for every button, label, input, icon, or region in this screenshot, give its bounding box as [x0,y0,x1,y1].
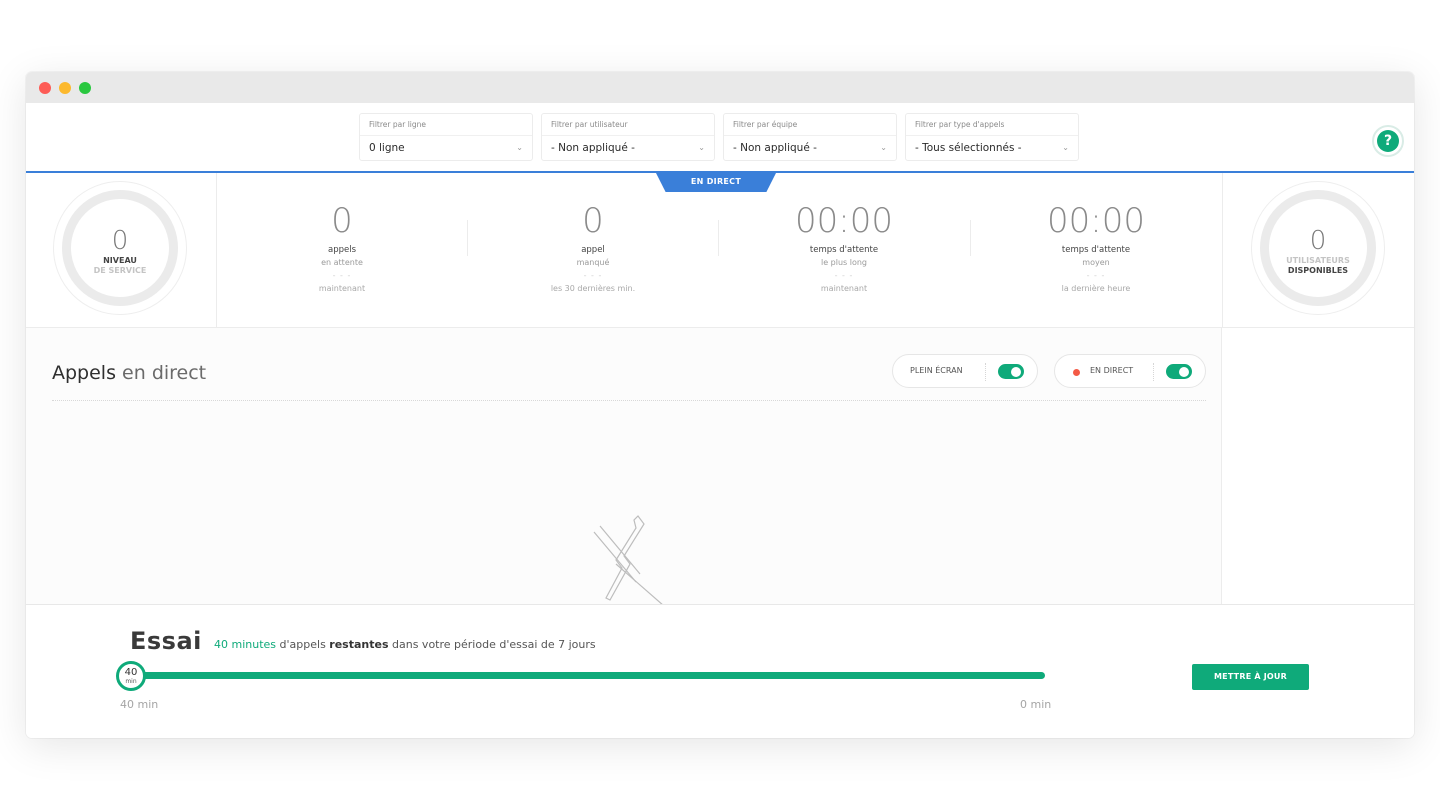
stat-value: 0 [582,201,604,241]
live-indicator-dot [1073,369,1080,376]
users-column [1223,328,1414,605]
stat-sublabel: le plus long [820,258,868,267]
page-title: Appels en direct [52,362,206,384]
title-light: en direct [122,362,207,384]
stat-trend: - - - [583,271,603,280]
stat-average-wait: 00:00 temps d'attente moyen - - - la der… [996,201,1196,293]
stat-label: temps d'attente [809,245,879,255]
filter-calltype-value: - Tous sélectionnés - [915,142,1022,154]
live-toggle[interactable] [1166,364,1192,379]
stat-label: appels [327,245,357,255]
filter-user-value: - Non appliqué - [551,142,635,154]
trial-progress-bar [130,672,1045,679]
trial-message: 40 minutes d'appels restantes dans votre… [214,638,596,651]
live-toggle-group: EN DIRECT [1054,354,1206,388]
fullscreen-toggle[interactable] [998,364,1024,379]
available-users-label-2: DISPONIBLES [1287,266,1349,275]
chevron-down-icon: ⌄ [516,143,523,152]
stat-trend: - - - [332,271,352,280]
available-users-value: 0 [1309,226,1327,256]
chevron-down-icon: ⌄ [1062,143,1069,152]
update-button[interactable]: METTRE À JOUR [1192,664,1309,690]
stat-period: maintenant [820,284,868,293]
available-users-gauge: 0 UTILISATEURS DISPONIBLES [1251,181,1385,315]
filter-team-label: Filtrer par équipe [733,120,798,129]
service-level-label-2: DE SERVICE [93,266,147,275]
stat-value: 0 [331,201,353,241]
title-bold: Appels [52,362,116,384]
stats-panel: 0 NIVEAU DE SERVICE 0 appels en attente … [26,173,1414,328]
filter-line-value: 0 ligne [369,142,405,154]
trial-end-label: 0 min [1020,698,1052,711]
stat-calls-waiting: 0 appels en attente - - - maintenant [242,201,442,293]
stat-longest-wait: 00:00 temps d'attente le plus long - - -… [744,201,944,293]
trial-msg-part2: dans votre période d'essai de 7 jours [388,638,596,651]
available-users-label-1: UTILISATEURS [1286,256,1350,265]
trial-banner: Essai 40 minutes d'appels restantes dans… [26,604,1414,738]
live-label: EN DIRECT [1090,366,1134,375]
stat-period: les 30 dernières min. [550,284,636,293]
stat-value: 00:00 [795,201,893,241]
live-calls-panel: Appels en direct PLEIN ÉCRAN EN DIRECT [26,328,1222,606]
service-level-value: 0 [111,226,129,256]
stat-period: la dernière heure [1061,284,1131,293]
trial-title: Essai [130,627,202,655]
stat-missed-calls: 0 appel manqué - - - les 30 dernières mi… [493,201,693,293]
filter-line-select[interactable]: Filtrer par ligne 0 ligne ⌄ [359,113,533,161]
trial-start-label: 40 min [120,698,159,711]
trial-progress-knob: 40 min [116,661,146,691]
fullscreen-label: PLEIN ÉCRAN [910,366,963,375]
filter-user-select[interactable]: Filtrer par utilisateur - Non appliqué -… [541,113,715,161]
trial-msg-bold: restantes [329,638,389,651]
trial-minutes: 40 minutes [214,638,277,651]
trial-msg-part1: d'appels [276,638,330,651]
title-divider [52,400,1206,401]
stat-sublabel: moyen [1082,258,1110,267]
filter-bar: Filtrer par ligne 0 ligne ⌄ Filtrer par … [26,113,1414,161]
filter-user-label: Filtrer par utilisateur [551,120,628,129]
knob-unit: min [125,678,137,685]
filter-team-value: - Non appliqué - [733,142,817,154]
stat-value: 00:00 [1047,201,1145,241]
service-level-gauge: 0 NIVEAU DE SERVICE [53,181,187,315]
maximize-window-button[interactable] [79,82,91,94]
help-icon: ? [1377,130,1399,152]
filter-calltype-select[interactable]: Filtrer par type d'appels - Tous sélecti… [905,113,1079,161]
stat-sublabel: en attente [321,258,363,267]
stat-trend: - - - [1086,271,1106,280]
stat-trend: - - - [834,271,854,280]
app-window: Filtrer par ligne 0 ligne ⌄ Filtrer par … [26,72,1414,738]
chevron-down-icon: ⌄ [880,143,887,152]
stat-period: maintenant [318,284,366,293]
live-tab: EN DIRECT [656,173,776,192]
filter-calltype-label: Filtrer par type d'appels [915,120,1005,129]
close-window-button[interactable] [39,82,51,94]
stat-label: temps d'attente [1061,245,1131,255]
chevron-down-icon: ⌄ [698,143,705,152]
service-level-label-1: NIVEAU [103,256,137,265]
stat-label: appel [581,245,605,255]
filter-team-select[interactable]: Filtrer par équipe - Non appliqué - ⌄ [723,113,897,161]
stat-sublabel: manqué [576,258,610,267]
fullscreen-toggle-group: PLEIN ÉCRAN [892,354,1038,388]
help-button[interactable]: ? [1372,125,1404,157]
minimize-window-button[interactable] [59,82,71,94]
window-titlebar [26,72,1414,103]
no-calls-icon [593,515,665,606]
filter-line-label: Filtrer par ligne [369,120,426,129]
